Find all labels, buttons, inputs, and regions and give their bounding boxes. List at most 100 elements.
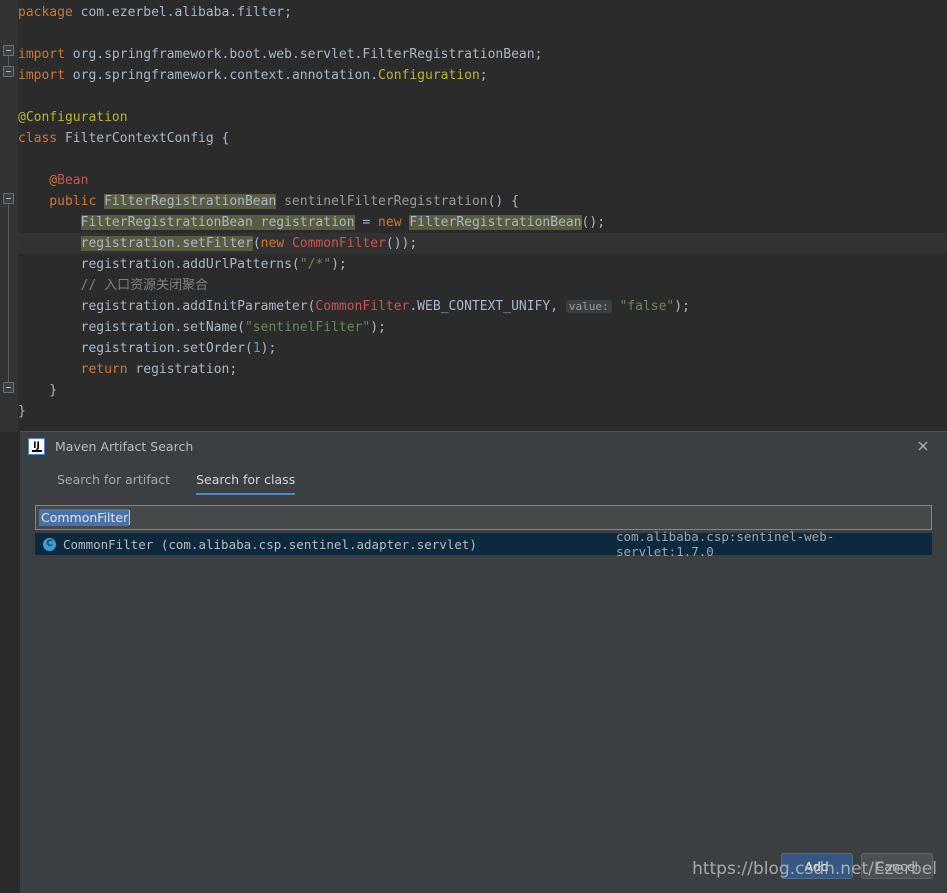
code-token: ());	[385, 236, 418, 251]
code-line: registration.addUrlPatterns("/*");	[18, 254, 947, 275]
close-icon[interactable]	[913, 436, 933, 456]
maven-artifact-search-dialog[interactable]: IJ Maven Artifact Search Search for arti…	[20, 431, 947, 893]
code-editor[interactable]: package com.ezerbel.alibaba.filter; impo…	[0, 0, 947, 432]
code-token: sentinelFilterRegistration	[284, 194, 488, 209]
code-token: FilterRegistrationBean	[104, 194, 277, 209]
code-token: );	[331, 257, 347, 272]
search-input[interactable]: CommonFilter	[35, 505, 932, 530]
code-line: registration.setOrder(1);	[18, 338, 947, 359]
screen: package com.ezerbel.alibaba.filter; impo…	[0, 0, 947, 893]
code-token: );	[674, 299, 690, 314]
dialog-title-bar: IJ Maven Artifact Search	[20, 432, 947, 460]
result-class-name: CommonFilter (com.alibaba.csp.sentinel.a…	[63, 536, 477, 552]
code-token: }	[18, 404, 26, 419]
fold-marker-method-start[interactable]	[3, 193, 14, 204]
code-line: registration.addInitParameter(CommonFilt…	[18, 296, 947, 317]
tab-search-for-artifact[interactable]: Search for artifact	[57, 472, 170, 495]
fold-marker-import-2[interactable]	[3, 66, 14, 77]
code-token: ();	[581, 215, 606, 230]
code-token: );	[370, 320, 386, 335]
code-token: (	[252, 236, 261, 251]
code-token: .WEB_CONTEXT_UNIFY,	[409, 299, 566, 314]
code-token: );	[260, 341, 277, 356]
code-token: import	[18, 68, 73, 83]
code-token: value:	[565, 300, 612, 313]
code-token: ;	[479, 68, 488, 83]
add-button[interactable]: Add	[780, 853, 853, 879]
code-token: return	[80, 362, 136, 377]
code-token: FilterContextConfig {	[64, 131, 230, 146]
code-token: Bean	[57, 173, 89, 188]
code-line: @Configuration	[18, 107, 947, 128]
code-token: // 入口资源关闭聚合	[18, 278, 209, 293]
code-token: }	[18, 383, 58, 398]
code-line: registration.setName("sentinelFilter");	[18, 317, 947, 338]
code-line: registration.setFilter(new CommonFilter(…	[18, 233, 947, 254]
tab-search-for-class[interactable]: Search for class	[196, 472, 296, 495]
code-token: class	[18, 131, 65, 146]
dialog-button-bar: Add Cancel	[780, 853, 933, 879]
search-input-value: CommonFilter	[39, 509, 130, 526]
table-row[interactable]: C CommonFilter (com.alibaba.csp.sentinel…	[35, 529, 932, 559]
code-line: }	[18, 380, 947, 401]
code-token: com.ezerbel.alibaba.filter;	[80, 5, 292, 20]
code-token: registration.addUrlPatterns(	[18, 257, 300, 272]
code-token: registration.setName(	[18, 320, 245, 335]
code-token: package	[18, 5, 81, 20]
dialog-title: Maven Artifact Search	[55, 438, 194, 454]
code-line: }	[18, 401, 947, 422]
code-line: @Bean	[18, 170, 947, 191]
code-content[interactable]: package com.ezerbel.alibaba.filter; impo…	[18, 0, 947, 432]
code-token: registration;	[135, 362, 238, 377]
cancel-button[interactable]: Cancel	[860, 853, 933, 879]
code-token: public	[18, 194, 105, 209]
search-field-wrapper: CommonFilter	[35, 505, 933, 530]
code-token: "sentinelFilter"	[244, 320, 371, 335]
code-token: org.springframework.context.annotation.	[72, 68, 379, 83]
code-token: () {	[487, 194, 519, 209]
code-line: FilterRegistrationBean registration = ne…	[18, 212, 947, 233]
text-caret	[129, 510, 131, 525]
code-token: FilterRegistrationBean registration	[80, 215, 355, 230]
dialog-tabs[interactable]: Search for artifact Search for class	[20, 472, 947, 495]
code-token: Configuration	[378, 68, 480, 83]
code-line: import org.springframework.context.annot…	[18, 65, 947, 86]
code-token: CommonFilter	[315, 299, 410, 314]
code-token: registration.setFilter	[80, 236, 253, 251]
code-token: "false"	[619, 299, 675, 314]
code-token: CommonFilter	[291, 236, 386, 251]
code-token: org.springframework.boot.web.servlet.Fil…	[72, 47, 543, 62]
search-results-list[interactable]: C CommonFilter (com.alibaba.csp.sentinel…	[35, 529, 932, 559]
code-token: =	[354, 215, 379, 230]
code-token: registration.addInitParameter(	[18, 299, 316, 314]
code-line: public FilterRegistrationBean sentinelFi…	[18, 191, 947, 212]
code-line: return registration;	[18, 359, 947, 380]
code-token: FilterRegistrationBean	[409, 215, 582, 230]
editor-gutter[interactable]	[0, 0, 18, 432]
result-artifact-coordinates: com.alibaba.csp:sentinel-web-servlet:1.7…	[616, 529, 835, 559]
code-line: class FilterContextConfig {	[18, 128, 947, 149]
fold-marker-import-1[interactable]	[3, 45, 14, 56]
code-token: new	[378, 215, 410, 230]
intellij-idea-icon: IJ	[28, 437, 45, 455]
code-token: "/*"	[299, 257, 332, 272]
code-token: @Configuration	[18, 110, 128, 125]
code-token: 1	[252, 341, 261, 356]
gutter-fold-line-method	[8, 203, 9, 385]
code-token: @	[18, 173, 58, 188]
code-token: import	[18, 47, 73, 62]
code-line: import org.springframework.boot.web.serv…	[18, 44, 947, 65]
code-line: // 入口资源关闭聚合	[18, 275, 947, 296]
code-line: package com.ezerbel.alibaba.filter;	[18, 2, 947, 23]
code-token: new	[260, 236, 292, 251]
class-icon: C	[43, 537, 56, 551]
fold-marker-method-end[interactable]	[3, 382, 14, 393]
code-token: registration.setOrder(	[18, 341, 253, 356]
